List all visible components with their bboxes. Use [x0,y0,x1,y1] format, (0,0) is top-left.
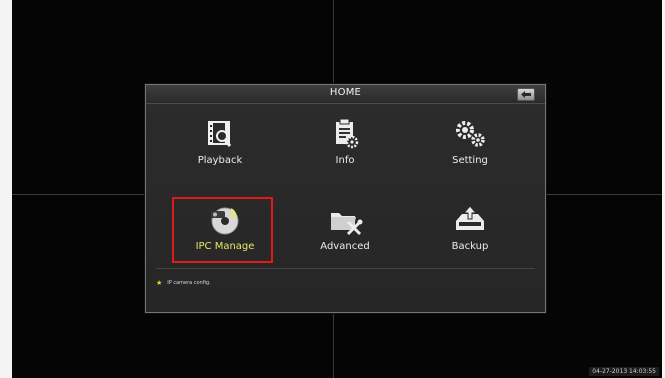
back-arrow-icon [521,91,531,98]
backup-tile[interactable]: Backup [420,199,520,261]
backup-label: Backup [451,241,489,252]
back-button[interactable] [517,88,535,101]
folder-tools-icon [331,213,363,236]
setting-label: Setting [452,155,488,166]
clipboard-gear-icon [336,118,359,149]
advanced-label: Advanced [320,241,370,252]
playback-label: Playback [197,155,243,166]
star-icon: ★ [156,279,163,287]
status-hint: ★ IP camera config. [156,279,211,287]
info-tile[interactable]: Info [295,113,395,175]
gears-icon [456,121,485,147]
clock-timestamp: 04-27-2013 14:03:55 [589,367,659,376]
tray-upload-icon [456,205,484,230]
selection-highlight [172,197,273,263]
info-label: Info [335,155,355,166]
dialog-title: HOME [329,87,362,98]
setting-tile[interactable]: Setting [420,113,520,175]
dialog-separator [156,268,535,269]
advanced-tile[interactable]: Advanced [295,199,395,261]
film-search-icon [208,121,232,147]
status-hint-text: IP camera config. [167,280,211,286]
playback-tile[interactable]: Playback [170,113,270,175]
dialog-titlebar: HOME [146,85,545,104]
